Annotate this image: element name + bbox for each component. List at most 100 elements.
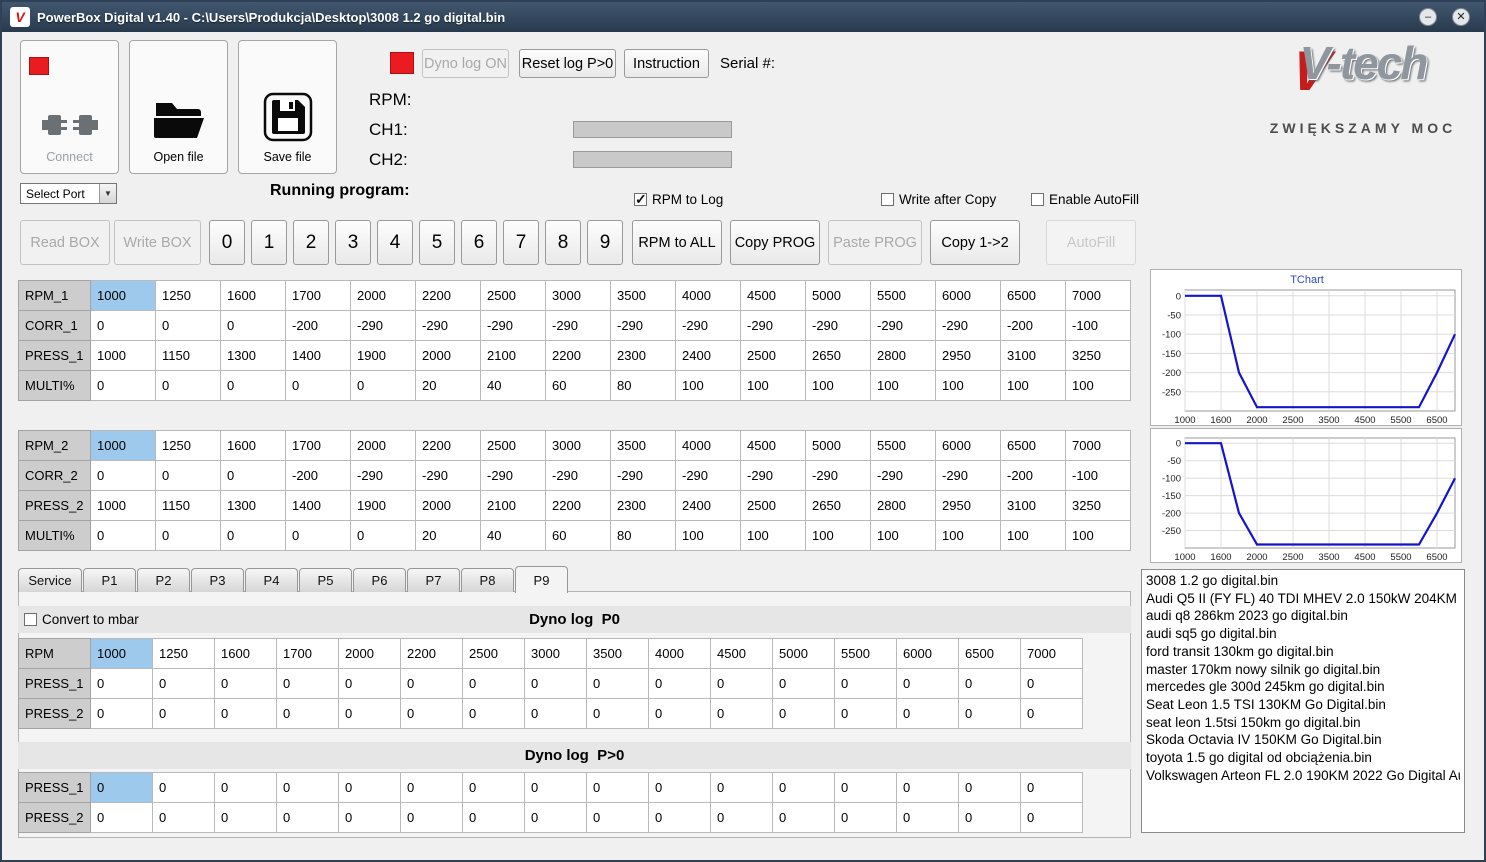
cell[interactable]: 2000: [415, 490, 481, 521]
cell[interactable]: 0: [152, 772, 215, 803]
cell[interactable]: 0: [710, 802, 773, 833]
connect-button[interactable]: Connect: [20, 40, 119, 174]
cell[interactable]: 1600: [214, 638, 277, 669]
file-item[interactable]: toyota 1.5 go digital od obciążenia.bin: [1146, 749, 1460, 767]
cell[interactable]: 0: [1020, 668, 1083, 699]
save-file-button[interactable]: Save file: [238, 40, 337, 174]
close-button[interactable]: ✕: [1452, 8, 1470, 26]
cell[interactable]: 0: [276, 772, 339, 803]
cell[interactable]: 0: [90, 668, 153, 699]
cell[interactable]: 2800: [870, 340, 936, 371]
tab-p5[interactable]: P5: [299, 568, 352, 592]
cell[interactable]: 0: [710, 698, 773, 729]
cell[interactable]: 3250: [1065, 490, 1131, 521]
action-4[interactable]: 4: [377, 220, 413, 265]
cell[interactable]: -290: [935, 460, 1001, 491]
cell[interactable]: -200: [285, 310, 351, 341]
cell[interactable]: -290: [415, 460, 481, 491]
cell[interactable]: -290: [610, 460, 676, 491]
cell[interactable]: 0: [772, 802, 835, 833]
cell[interactable]: 0: [896, 668, 959, 699]
cell[interactable]: 5500: [870, 430, 936, 461]
minimize-button[interactable]: –: [1419, 8, 1437, 26]
cell[interactable]: 5000: [805, 280, 871, 311]
cell[interactable]: 1150: [155, 490, 221, 521]
file-item[interactable]: Skoda Octavia IV 150KM Go Digital.bin: [1146, 731, 1460, 749]
cell[interactable]: 0: [772, 772, 835, 803]
cell[interactable]: 0: [958, 698, 1021, 729]
cell[interactable]: 1000: [90, 430, 156, 461]
cell[interactable]: 0: [1020, 698, 1083, 729]
cell[interactable]: -290: [675, 460, 741, 491]
action-rpm-to-all[interactable]: RPM to ALL: [632, 220, 722, 265]
cell[interactable]: 100: [1065, 520, 1131, 551]
cell[interactable]: 0: [152, 802, 215, 833]
cell[interactable]: 2400: [675, 490, 741, 521]
cell[interactable]: 0: [772, 668, 835, 699]
cell[interactable]: 0: [834, 698, 897, 729]
cell[interactable]: -200: [285, 460, 351, 491]
file-item[interactable]: Audi Q5 II (FY FL) 40 TDI MHEV 2.0 150kW…: [1146, 590, 1460, 608]
file-item[interactable]: 3008 1.2 go digital.bin: [1146, 572, 1460, 590]
cell[interactable]: 0: [90, 802, 153, 833]
cell[interactable]: 0: [90, 772, 153, 803]
cell[interactable]: 80: [610, 370, 676, 401]
instruction-button[interactable]: Instruction: [624, 49, 709, 78]
cell[interactable]: 0: [524, 802, 587, 833]
cell[interactable]: 6500: [958, 638, 1021, 669]
action-5[interactable]: 5: [419, 220, 455, 265]
cell[interactable]: 0: [462, 772, 525, 803]
cell[interactable]: 0: [155, 310, 221, 341]
cell[interactable]: 2300: [610, 340, 676, 371]
cell[interactable]: 0: [958, 802, 1021, 833]
cell[interactable]: 4500: [740, 280, 806, 311]
cell[interactable]: 0: [220, 460, 286, 491]
cell[interactable]: -290: [740, 460, 806, 491]
cell[interactable]: 0: [524, 668, 587, 699]
cell[interactable]: 0: [462, 698, 525, 729]
cell[interactable]: 1250: [155, 280, 221, 311]
cell[interactable]: 0: [896, 802, 959, 833]
cell[interactable]: 2400: [675, 340, 741, 371]
action-8[interactable]: 8: [545, 220, 581, 265]
cell[interactable]: 40: [480, 370, 546, 401]
cell[interactable]: -290: [675, 310, 741, 341]
cell[interactable]: 0: [586, 668, 649, 699]
cell[interactable]: 100: [870, 370, 936, 401]
cell[interactable]: 6000: [935, 430, 1001, 461]
cell[interactable]: 0: [958, 772, 1021, 803]
cell[interactable]: 4000: [648, 638, 711, 669]
cell[interactable]: 60: [545, 520, 611, 551]
enable-autofill-checkbox[interactable]: Enable AutoFill: [1031, 192, 1139, 207]
file-list[interactable]: 3008 1.2 go digital.bin Audi Q5 II (FY FL…: [1141, 569, 1465, 833]
tab-service[interactable]: Service: [18, 568, 82, 592]
cell[interactable]: 100: [805, 520, 871, 551]
cell[interactable]: -290: [870, 460, 936, 491]
cell[interactable]: 1250: [152, 638, 215, 669]
cell[interactable]: 7000: [1065, 280, 1131, 311]
cell[interactable]: 2000: [350, 430, 416, 461]
action-1[interactable]: 1: [251, 220, 287, 265]
convert-to-mbar-checkbox[interactable]: Convert to mbar: [24, 612, 139, 627]
cell[interactable]: -290: [545, 310, 611, 341]
action-3[interactable]: 3: [335, 220, 371, 265]
cell[interactable]: 0: [400, 698, 463, 729]
cell[interactable]: 0: [214, 698, 277, 729]
cell[interactable]: 0: [400, 802, 463, 833]
tab-p7[interactable]: P7: [407, 568, 460, 592]
cell[interactable]: 0: [214, 668, 277, 699]
file-item[interactable]: audi q8 286km 2023 go digital.bin: [1146, 607, 1460, 625]
cell[interactable]: 2500: [480, 280, 546, 311]
cell[interactable]: 2500: [740, 340, 806, 371]
cell[interactable]: 0: [1020, 772, 1083, 803]
cell[interactable]: -290: [870, 310, 936, 341]
cell[interactable]: 3500: [610, 280, 676, 311]
open-file-button[interactable]: Open file: [129, 40, 228, 174]
cell[interactable]: 1600: [220, 280, 286, 311]
cell[interactable]: 1000: [90, 280, 156, 311]
tab-p9[interactable]: P9: [515, 566, 568, 593]
cell[interactable]: 3500: [586, 638, 649, 669]
cell[interactable]: 7000: [1065, 430, 1131, 461]
cell[interactable]: 0: [648, 668, 711, 699]
cell[interactable]: 0: [338, 802, 401, 833]
